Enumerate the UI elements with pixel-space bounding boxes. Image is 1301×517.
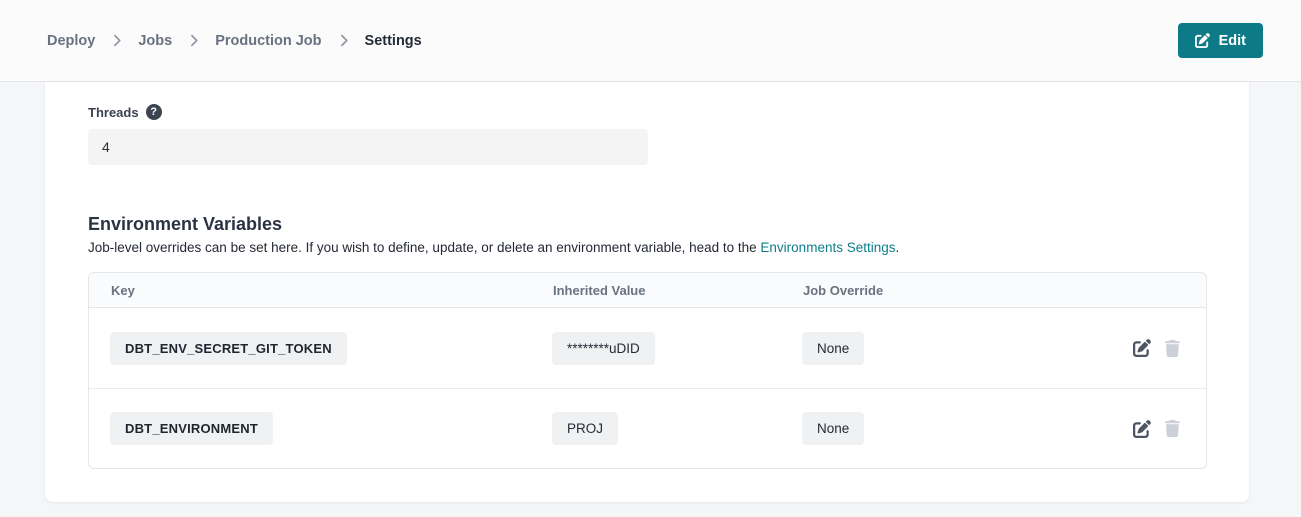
delete-row-icon[interactable] — [1165, 340, 1181, 357]
chevron-right-icon — [189, 34, 198, 47]
env-var-key-chip: DBT_ENV_SECRET_GIT_TOKEN — [110, 332, 347, 365]
breadcrumb-item-production-job[interactable]: Production Job — [215, 33, 321, 49]
env-var-job-override-chip: None — [802, 412, 864, 445]
job-settings-card: Threads ? Environment Variables Job-leve… — [45, 82, 1249, 502]
environments-settings-link[interactable]: Environments Settings — [760, 240, 895, 255]
edit-button[interactable]: Edit — [1178, 23, 1263, 58]
table-row: DBT_ENV_SECRET_GIT_TOKEN ********uDID No… — [89, 308, 1206, 388]
main-content: Threads ? Environment Variables Job-leve… — [0, 82, 1301, 502]
env-var-inherited-value-chip: ********uDID — [552, 332, 655, 365]
env-vars-description-period: . — [896, 240, 900, 255]
table-header: Key Inherited Value Job Override — [89, 273, 1206, 308]
help-icon[interactable]: ? — [146, 104, 162, 120]
breadcrumb: Deploy Jobs Production Job Settings — [47, 33, 422, 49]
edit-row-icon[interactable] — [1133, 339, 1151, 357]
column-header-job-override: Job Override — [781, 283, 1110, 298]
threads-input[interactable] — [88, 129, 648, 165]
edit-row-icon[interactable] — [1133, 420, 1151, 438]
edit-button-label: Edit — [1219, 33, 1246, 49]
breadcrumb-item-jobs[interactable]: Jobs — [138, 33, 172, 49]
env-var-inherited-value-chip: PROJ — [552, 412, 618, 445]
env-vars-description: Job-level overrides can be set here. If … — [88, 240, 1249, 255]
env-var-key-chip: DBT_ENVIRONMENT — [110, 412, 273, 445]
column-header-key: Key — [89, 283, 531, 298]
top-bar: Deploy Jobs Production Job Settings Edit — [0, 0, 1301, 82]
env-vars-description-text: Job-level overrides can be set here. If … — [88, 240, 760, 255]
column-header-inherited-value: Inherited Value — [531, 283, 781, 298]
delete-row-icon[interactable] — [1165, 420, 1181, 437]
breadcrumb-item-settings: Settings — [365, 33, 422, 49]
pen-square-icon — [1195, 33, 1210, 48]
chevron-right-icon — [339, 34, 348, 47]
env-var-job-override-chip: None — [802, 332, 864, 365]
chevron-right-icon — [112, 34, 121, 47]
breadcrumb-item-deploy[interactable]: Deploy — [47, 33, 95, 49]
env-vars-title: Environment Variables — [88, 214, 1249, 235]
table-row: DBT_ENVIRONMENT PROJ None — [89, 388, 1206, 468]
env-vars-table: Key Inherited Value Job Override DBT_ENV… — [88, 272, 1207, 469]
threads-label: Threads — [88, 105, 139, 120]
